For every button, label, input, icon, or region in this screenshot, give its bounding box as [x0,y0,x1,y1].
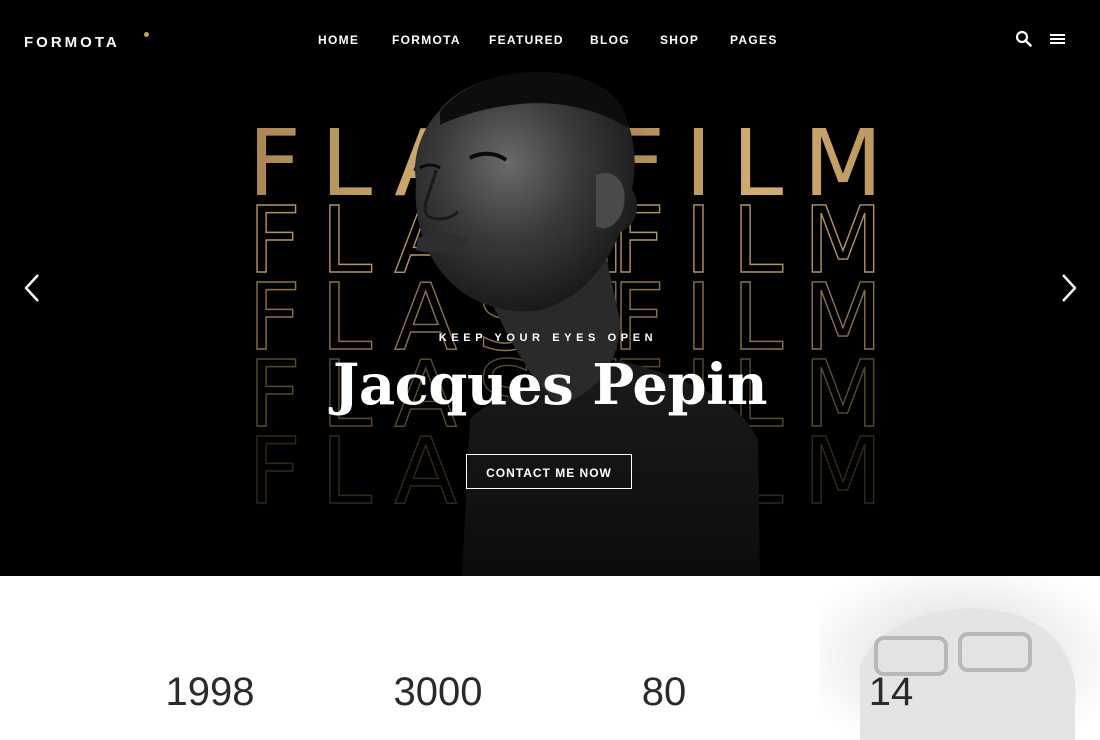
nav-item-blog[interactable]: BLOG [590,33,630,47]
nav-item-shop[interactable]: SHOP [660,33,699,47]
stat-number-4: 14 [868,670,914,714]
brand-logo[interactable]: FORMOTA [24,34,120,51]
stat-number-2: 3000 [393,670,483,714]
brand-logo-dot [144,32,149,37]
contact-me-button[interactable]: CONTACT ME NOW [466,454,632,489]
nav-item-pages[interactable]: PAGES [730,33,778,47]
menu-icon[interactable] [1049,30,1067,48]
slider-prev-arrow-icon[interactable] [22,272,42,304]
hero-slider: FLASHFILMFLASHFILMFLASHFILMFLASHFILMFLAS… [0,0,1100,576]
nav-item-home[interactable]: HOME [318,33,359,47]
stats-section: 1998 3000 80 14 [0,576,1100,740]
slider-next-arrow-icon[interactable] [1059,272,1079,304]
hero-subtitle: KEEP YOUR EYES OPEN [438,332,658,344]
stat-number-1: 1998 [165,670,255,714]
nav-item-formota[interactable]: FORMOTA [392,33,461,47]
search-icon[interactable] [1015,30,1033,48]
nav-item-featured[interactable]: FEATURED [489,33,564,47]
stat-number-3: 80 [641,670,687,714]
faded-portrait-image [820,576,1100,740]
hero-title: Jacques Pepin [332,352,768,418]
